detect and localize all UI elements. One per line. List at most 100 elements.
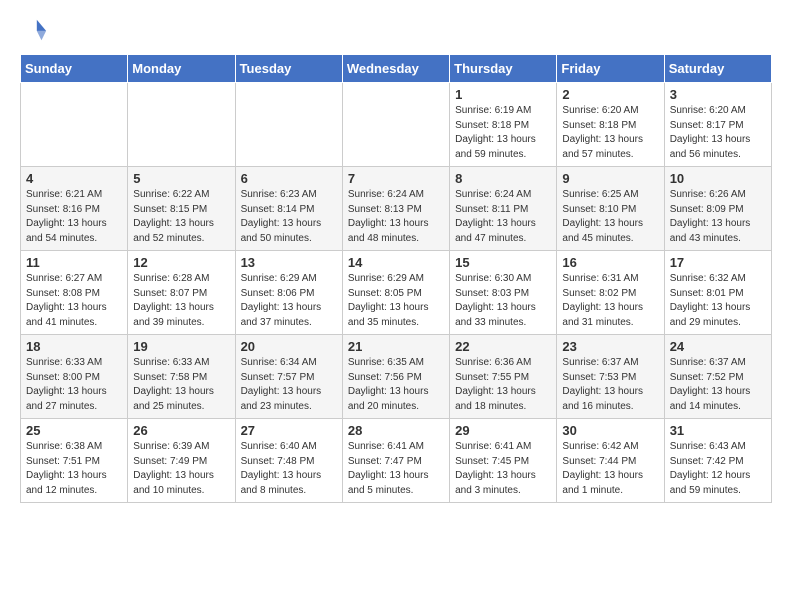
day-number: 8	[455, 171, 551, 186]
day-number: 28	[348, 423, 444, 438]
day-info: Sunrise: 6:36 AM Sunset: 7:55 PM Dayligh…	[455, 356, 551, 414]
day-info: Sunrise: 6:20 AM Sunset: 8:18 PM Dayligh…	[562, 104, 658, 162]
calendar-header-sunday: Sunday	[21, 55, 128, 83]
calendar-cell	[342, 83, 449, 167]
calendar-cell: 12Sunrise: 6:28 AM Sunset: 8:07 PM Dayli…	[128, 251, 235, 335]
calendar-cell: 16Sunrise: 6:31 AM Sunset: 8:02 PM Dayli…	[557, 251, 664, 335]
day-info: Sunrise: 6:35 AM Sunset: 7:56 PM Dayligh…	[348, 356, 444, 414]
calendar-header-thursday: Thursday	[450, 55, 557, 83]
day-info: Sunrise: 6:41 AM Sunset: 7:45 PM Dayligh…	[455, 440, 551, 498]
day-info: Sunrise: 6:20 AM Sunset: 8:17 PM Dayligh…	[670, 104, 766, 162]
calendar-cell: 25 Sunrise: 6:38 AM Sunset: 7:51 PM Dayli…	[21, 419, 128, 503]
calendar-cell: 23Sunrise: 6:37 AM Sunset: 7:53 PM Dayli…	[557, 335, 664, 419]
day-number: 1	[455, 87, 551, 102]
day-info: Sunrise: 6:37 AM Sunset: 7:52 PM Dayligh…	[670, 356, 766, 414]
calendar-week-4: 18Sunrise: 6:33 AM Sunset: 8:00 PM Dayli…	[21, 335, 772, 419]
calendar-cell: 5 Sunrise: 6:22 AM Sunset: 8:15 PM Daylig…	[128, 167, 235, 251]
day-info: Sunrise: 6:25 AM Sunset: 8:10 PM Dayligh…	[562, 188, 658, 246]
calendar-cell: 28 Sunrise: 6:41 AM Sunset: 7:47 PM Dayli…	[342, 419, 449, 503]
day-number: 2	[562, 87, 658, 102]
day-info: Sunrise: 6:41 AM Sunset: 7:47 PM Dayligh…	[348, 440, 444, 498]
day-info: Sunrise: 6:22 AM Sunset: 8:15 PM Dayligh…	[133, 188, 229, 246]
calendar-cell: 18Sunrise: 6:33 AM Sunset: 8:00 PM Dayli…	[21, 335, 128, 419]
calendar-cell: 3 Sunrise: 6:20 AM Sunset: 8:17 PM Daylig…	[664, 83, 771, 167]
calendar-header: SundayMondayTuesdayWednesdayThursdayFrid…	[21, 55, 772, 83]
day-info: Sunrise: 6:30 AM Sunset: 8:03 PM Dayligh…	[455, 272, 551, 330]
header-row: SundayMondayTuesdayWednesdayThursdayFrid…	[21, 55, 772, 83]
calendar-cell: 31Sunrise: 6:43 AM Sunset: 7:42 PM Dayli…	[664, 419, 771, 503]
header	[20, 16, 772, 44]
day-number: 10	[670, 171, 766, 186]
day-number: 5	[133, 171, 229, 186]
calendar-cell: 6 Sunrise: 6:23 AM Sunset: 8:14 PM Daylig…	[235, 167, 342, 251]
day-info: Sunrise: 6:26 AM Sunset: 8:09 PM Dayligh…	[670, 188, 766, 246]
day-info: Sunrise: 6:37 AM Sunset: 7:53 PM Dayligh…	[562, 356, 658, 414]
day-info: Sunrise: 6:29 AM Sunset: 8:05 PM Dayligh…	[348, 272, 444, 330]
day-info: Sunrise: 6:40 AM Sunset: 7:48 PM Dayligh…	[241, 440, 337, 498]
day-number: 31	[670, 423, 766, 438]
day-info: Sunrise: 6:24 AM Sunset: 8:11 PM Dayligh…	[455, 188, 551, 246]
day-number: 25	[26, 423, 122, 438]
day-number: 30	[562, 423, 658, 438]
calendar-cell	[128, 83, 235, 167]
day-info: Sunrise: 6:42 AM Sunset: 7:44 PM Dayligh…	[562, 440, 658, 498]
calendar-cell: 30 Sunrise: 6:42 AM Sunset: 7:44 PM Dayli…	[557, 419, 664, 503]
day-number: 18	[26, 339, 122, 354]
day-info: Sunrise: 6:33 AM Sunset: 7:58 PM Dayligh…	[133, 356, 229, 414]
day-number: 21	[348, 339, 444, 354]
day-info: Sunrise: 6:32 AM Sunset: 8:01 PM Dayligh…	[670, 272, 766, 330]
calendar-cell: 2 Sunrise: 6:20 AM Sunset: 8:18 PM Daylig…	[557, 83, 664, 167]
day-number: 13	[241, 255, 337, 270]
calendar-body: 1 Sunrise: 6:19 AM Sunset: 8:18 PM Daylig…	[21, 83, 772, 503]
day-info: Sunrise: 6:39 AM Sunset: 7:49 PM Dayligh…	[133, 440, 229, 498]
calendar-header-friday: Friday	[557, 55, 664, 83]
day-number: 26	[133, 423, 229, 438]
calendar-cell: 29 Sunrise: 6:41 AM Sunset: 7:45 PM Dayli…	[450, 419, 557, 503]
day-number: 7	[348, 171, 444, 186]
day-info: Sunrise: 6:38 AM Sunset: 7:51 PM Dayligh…	[26, 440, 122, 498]
calendar-table: SundayMondayTuesdayWednesdayThursdayFrid…	[20, 54, 772, 503]
calendar-cell: 22 Sunrise: 6:36 AM Sunset: 7:55 PM Dayli…	[450, 335, 557, 419]
calendar-cell: 1 Sunrise: 6:19 AM Sunset: 8:18 PM Daylig…	[450, 83, 557, 167]
day-number: 19	[133, 339, 229, 354]
calendar-header-saturday: Saturday	[664, 55, 771, 83]
day-info: Sunrise: 6:23 AM Sunset: 8:14 PM Dayligh…	[241, 188, 337, 246]
day-number: 27	[241, 423, 337, 438]
calendar-week-1: 1 Sunrise: 6:19 AM Sunset: 8:18 PM Daylig…	[21, 83, 772, 167]
calendar-header-tuesday: Tuesday	[235, 55, 342, 83]
day-number: 20	[241, 339, 337, 354]
day-info: Sunrise: 6:19 AM Sunset: 8:18 PM Dayligh…	[455, 104, 551, 162]
day-number: 3	[670, 87, 766, 102]
day-number: 6	[241, 171, 337, 186]
calendar-cell: 17 Sunrise: 6:32 AM Sunset: 8:01 PM Dayli…	[664, 251, 771, 335]
calendar-header-monday: Monday	[128, 55, 235, 83]
calendar-week-5: 25 Sunrise: 6:38 AM Sunset: 7:51 PM Dayli…	[21, 419, 772, 503]
day-number: 22	[455, 339, 551, 354]
day-number: 9	[562, 171, 658, 186]
calendar-cell: 10 Sunrise: 6:26 AM Sunset: 8:09 PM Dayli…	[664, 167, 771, 251]
calendar-cell: 19 Sunrise: 6:33 AM Sunset: 7:58 PM Dayli…	[128, 335, 235, 419]
page: SundayMondayTuesdayWednesdayThursdayFrid…	[0, 0, 792, 519]
logo	[20, 16, 54, 44]
day-number: 4	[26, 171, 122, 186]
calendar-cell: 13 Sunrise: 6:29 AM Sunset: 8:06 PM Dayli…	[235, 251, 342, 335]
day-number: 16	[562, 255, 658, 270]
day-number: 24	[670, 339, 766, 354]
day-info: Sunrise: 6:27 AM Sunset: 8:08 PM Dayligh…	[26, 272, 122, 330]
calendar-cell: 11 Sunrise: 6:27 AM Sunset: 8:08 PM Dayli…	[21, 251, 128, 335]
calendar-cell: 15 Sunrise: 6:30 AM Sunset: 8:03 PM Dayli…	[450, 251, 557, 335]
calendar-cell: 26 Sunrise: 6:39 AM Sunset: 7:49 PM Dayli…	[128, 419, 235, 503]
day-number: 15	[455, 255, 551, 270]
day-number: 11	[26, 255, 122, 270]
calendar-cell: 14 Sunrise: 6:29 AM Sunset: 8:05 PM Dayli…	[342, 251, 449, 335]
calendar-cell: 27 Sunrise: 6:40 AM Sunset: 7:48 PM Dayli…	[235, 419, 342, 503]
day-number: 29	[455, 423, 551, 438]
calendar-cell: 24 Sunrise: 6:37 AM Sunset: 7:52 PM Dayli…	[664, 335, 771, 419]
day-info: Sunrise: 6:34 AM Sunset: 7:57 PM Dayligh…	[241, 356, 337, 414]
day-number: 12	[133, 255, 229, 270]
day-number: 14	[348, 255, 444, 270]
calendar-cell	[21, 83, 128, 167]
day-number: 17	[670, 255, 766, 270]
calendar-cell	[235, 83, 342, 167]
day-info: Sunrise: 6:29 AM Sunset: 8:06 PM Dayligh…	[241, 272, 337, 330]
